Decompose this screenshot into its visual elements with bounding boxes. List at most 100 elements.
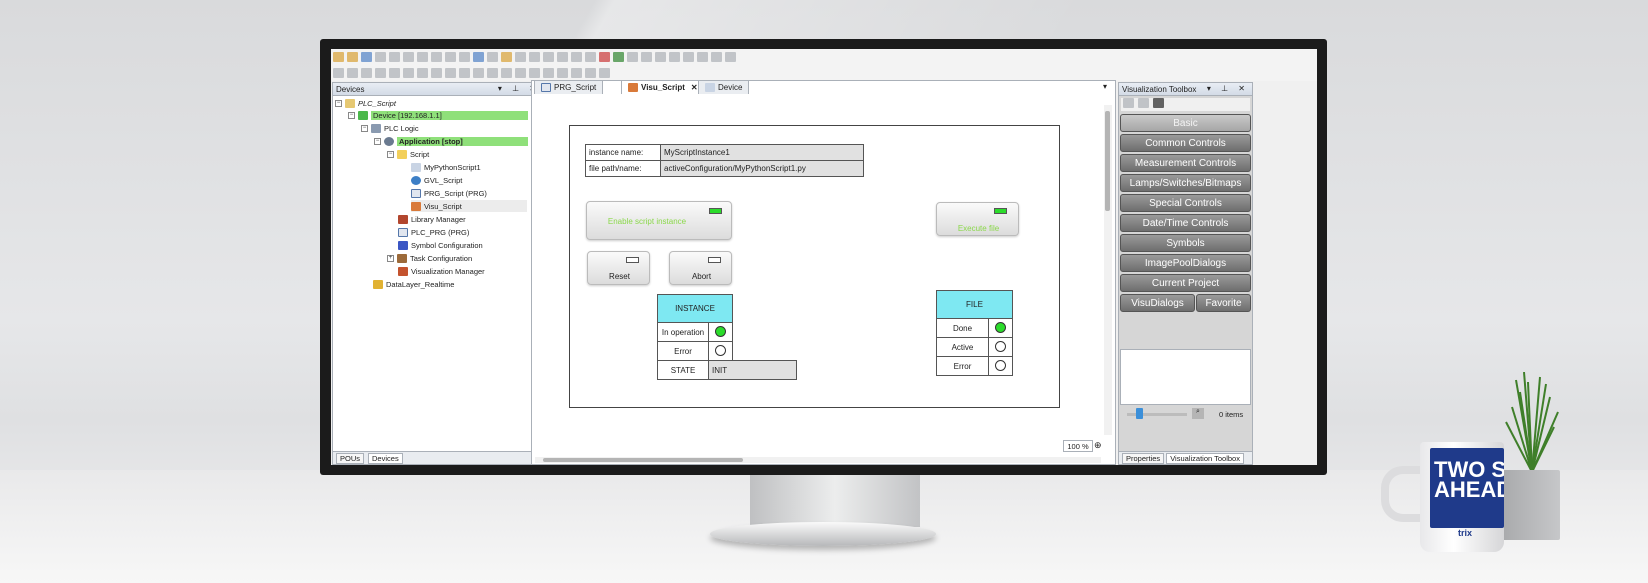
enable-script-instance-button[interactable]: Enable script instance: [586, 201, 732, 240]
panel-controls-icon[interactable]: ▾ ⊥ ✕: [1207, 84, 1249, 93]
tab-properties[interactable]: Properties: [1122, 452, 1165, 464]
vertical-scrollbar-thumb[interactable]: [1105, 111, 1110, 211]
bookmark-icon[interactable]: [501, 52, 512, 62]
layout-icon[interactable]: [529, 68, 540, 78]
tree-item-plc-prg[interactable]: PLC_PRG (PRG): [398, 226, 469, 238]
interface-icon[interactable]: [571, 68, 582, 78]
toolbox-common-controls-button[interactable]: Common Controls: [1120, 134, 1251, 152]
file-path-field[interactable]: activeConfiguration/MyPythonScript1.py: [660, 160, 864, 177]
delete-icon[interactable]: [459, 52, 470, 62]
find-icon[interactable]: [473, 52, 484, 62]
toolbox-element-list[interactable]: [1120, 349, 1251, 405]
tab-visualization-toolbox[interactable]: Visualization Toolbox: [1166, 452, 1244, 464]
login-icon[interactable]: [599, 52, 610, 62]
tree-item-prg-script[interactable]: PRG_Script (PRG): [411, 187, 487, 199]
properties-icon[interactable]: [585, 52, 596, 62]
tree-item-device[interactable]: − Device [192.168.1.1]: [348, 109, 528, 121]
reset-icon[interactable]: [641, 52, 652, 62]
instance-name-field[interactable]: MyScriptInstance1: [660, 144, 864, 161]
align-bottom-icon[interactable]: [375, 68, 386, 78]
toolbox-symbols-button[interactable]: Symbols: [1120, 234, 1251, 252]
force-values-icon[interactable]: [725, 52, 736, 62]
tree-item-plc-script[interactable]: − PLC_Script: [335, 97, 396, 109]
collapse-icon[interactable]: −: [387, 150, 394, 158]
toolbox-basic-button[interactable]: Basic: [1120, 114, 1251, 132]
reset-button[interactable]: Reset: [587, 251, 650, 285]
align-left-icon[interactable]: [333, 68, 344, 78]
tree-item-datalayer-realtime[interactable]: DataLayer_Realtime: [373, 278, 454, 290]
collapse-icon[interactable]: −: [374, 137, 381, 145]
collapse-icon[interactable]: −: [361, 124, 368, 132]
same-height-icon[interactable]: [431, 68, 442, 78]
toolbox-search-icon[interactable]: ⌕: [1192, 408, 1204, 419]
tab-visu-script[interactable]: Visu_Script ✕: [621, 80, 705, 94]
open-folder-icon[interactable]: [347, 52, 358, 62]
close-tab-icon[interactable]: ✕: [691, 83, 698, 92]
toolbox-pin-icon[interactable]: [1153, 98, 1164, 108]
save-icon[interactable]: [361, 52, 372, 62]
size-slider-handle[interactable]: [1136, 408, 1143, 419]
align-center-icon[interactable]: [389, 68, 400, 78]
horizontal-scrollbar[interactable]: [535, 457, 1101, 463]
main-toolbar-row2[interactable]: [331, 65, 1317, 81]
toolbox-details-icon[interactable]: [1138, 98, 1149, 108]
redo-icon[interactable]: [403, 52, 414, 62]
tab-list-dropdown-icon[interactable]: ▾: [1103, 82, 1107, 91]
frame-icon[interactable]: [543, 68, 554, 78]
tree-item-symbol-configuration[interactable]: Symbol Configuration: [398, 239, 483, 251]
tab-device[interactable]: Device: [698, 80, 750, 94]
bookmark-prev-icon[interactable]: [529, 52, 540, 62]
toolbox-current-project-button[interactable]: Current Project: [1120, 274, 1251, 292]
stop-icon[interactable]: [627, 52, 638, 62]
horizontal-scrollbar-thumb[interactable]: [543, 458, 743, 462]
tree-item-application[interactable]: − Application [stop]: [374, 135, 528, 147]
write-values-icon[interactable]: [711, 52, 722, 62]
same-width-icon[interactable]: [417, 68, 428, 78]
toolbox-datetime-controls-button[interactable]: Date/Time Controls: [1120, 214, 1251, 232]
grid-icon[interactable]: [501, 68, 512, 78]
abort-button[interactable]: Abort: [669, 251, 732, 285]
undo-icon[interactable]: [389, 52, 400, 62]
tree-item-visu-script[interactable]: Visu_Script: [411, 200, 527, 212]
toolbox-measurement-controls-button[interactable]: Measurement Controls: [1120, 154, 1251, 172]
bookmark-clear-icon[interactable]: [543, 52, 554, 62]
toolbox-visudialogs-button[interactable]: VisuDialogs: [1120, 294, 1195, 312]
window-icon[interactable]: [557, 52, 568, 62]
bookmark-next-icon[interactable]: [515, 52, 526, 62]
snap-icon[interactable]: [515, 68, 526, 78]
step-into-icon[interactable]: [683, 52, 694, 62]
element-list-icon[interactable]: [585, 68, 596, 78]
toolbox-lamps-switches-button[interactable]: Lamps/Switches/Bitmaps: [1120, 174, 1251, 192]
tree-item-script-folder[interactable]: − Script: [387, 148, 429, 160]
paste-icon[interactable]: [445, 52, 456, 62]
toolbox-special-controls-button[interactable]: Special Controls: [1120, 194, 1251, 212]
tree-item-library-manager[interactable]: Library Manager: [398, 213, 466, 225]
tree-item-task-configuration[interactable]: + Task Configuration: [387, 252, 472, 264]
align-right-icon[interactable]: [347, 68, 358, 78]
run-icon[interactable]: [613, 52, 624, 62]
zoom-level-field[interactable]: 100 %: [1063, 440, 1093, 452]
replace-icon[interactable]: [487, 52, 498, 62]
tab-prg-script[interactable]: PRG_Script: [534, 80, 604, 94]
step-out-icon[interactable]: [697, 52, 708, 62]
tab-devices[interactable]: Devices: [368, 452, 403, 464]
group-icon[interactable]: [445, 68, 456, 78]
zoom-magnifier-icon[interactable]: ⊕: [1094, 440, 1106, 452]
toolbox-favorite-button[interactable]: Favorite: [1196, 294, 1251, 312]
table-icon[interactable]: [557, 68, 568, 78]
visualization-canvas[interactable]: instance name: MyScriptInstance1 file pa…: [569, 125, 1060, 408]
align-top-icon[interactable]: [361, 68, 372, 78]
copy-icon[interactable]: [431, 52, 442, 62]
tab-pous[interactable]: POUs: [336, 452, 365, 464]
print-icon[interactable]: [375, 52, 386, 62]
toolbox-imagepooldialogs-button[interactable]: ImagePoolDialogs: [1120, 254, 1251, 272]
send-back-icon[interactable]: [487, 68, 498, 78]
tree-item-visualization-manager[interactable]: Visualization Manager: [398, 265, 485, 277]
step-over-icon[interactable]: [669, 52, 680, 62]
collapse-icon[interactable]: −: [335, 99, 342, 107]
distribute-icon[interactable]: [403, 68, 414, 78]
main-toolbar-row1[interactable]: [331, 49, 1317, 65]
ungroup-icon[interactable]: [459, 68, 470, 78]
new-file-icon[interactable]: [333, 52, 344, 62]
cut-icon[interactable]: [417, 52, 428, 62]
